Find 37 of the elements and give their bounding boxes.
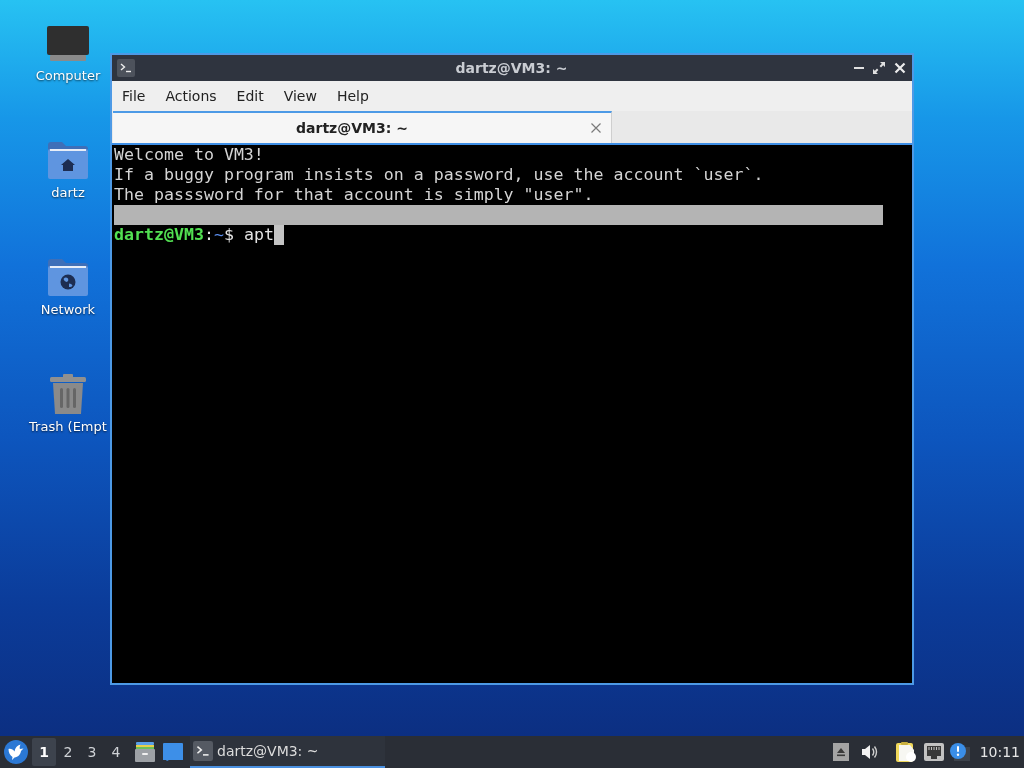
wired-network-icon[interactable] <box>923 743 944 761</box>
workspace-button[interactable]: 1 <box>32 738 56 766</box>
menu-item[interactable]: File <box>112 81 156 111</box>
home-folder-icon[interactable] <box>48 141 88 179</box>
task-button[interactable]: dartz@VM3: ~ <box>190 736 385 768</box>
menu-item[interactable]: Actions <box>155 81 227 111</box>
menu-item[interactable]: View <box>273 81 327 111</box>
shortcut-label[interactable]: dartz <box>51 185 85 201</box>
file-cabinet-icon[interactable] <box>135 742 155 762</box>
window-title: dartz@VM3: ~ <box>455 60 568 76</box>
clock[interactable]: 10:11 <box>979 744 1020 760</box>
terminal-icon <box>193 741 213 761</box>
alert-icon[interactable] <box>949 743 970 761</box>
workspace-button[interactable]: 2 <box>56 738 80 766</box>
terminal-prompt-line: dartz@VM3:~$ apt <box>114 225 274 245</box>
terminal-output-line: Welcome to VM3! <box>114 145 264 165</box>
maximize-icon[interactable] <box>873 62 885 74</box>
menu-item[interactable]: Edit <box>226 81 274 111</box>
menu-item[interactable]: Help <box>326 81 379 111</box>
workspace-button[interactable]: 4 <box>104 738 128 766</box>
monitor-icon[interactable] <box>47 25 89 61</box>
tab-close-icon[interactable] <box>591 123 601 133</box>
speaker-icon[interactable] <box>861 744 878 760</box>
terminal-tab[interactable]: dartz@VM3: ~ <box>113 111 612 143</box>
bird-logo-icon[interactable] <box>4 740 28 764</box>
terminal-output-line: The passsword for that account is simply "user". <box>114 185 594 205</box>
shortcut-label[interactable]: Trash (Empt <box>29 419 107 435</box>
eject-icon[interactable] <box>832 743 849 761</box>
terminal-output-line: If a buggy program insists on a password, use the account `user`. <box>114 165 764 185</box>
globe-folder-icon[interactable] <box>48 258 88 296</box>
shortcut-label[interactable]: Network <box>40 302 96 318</box>
screen-icon[interactable] <box>163 743 183 761</box>
block-cursor-icon <box>273 225 284 245</box>
workspace-button[interactable]: 3 <box>80 738 104 766</box>
clipboard-icon[interactable] <box>895 742 916 762</box>
close-icon[interactable] <box>894 62 906 74</box>
terminal-icon <box>117 59 135 77</box>
